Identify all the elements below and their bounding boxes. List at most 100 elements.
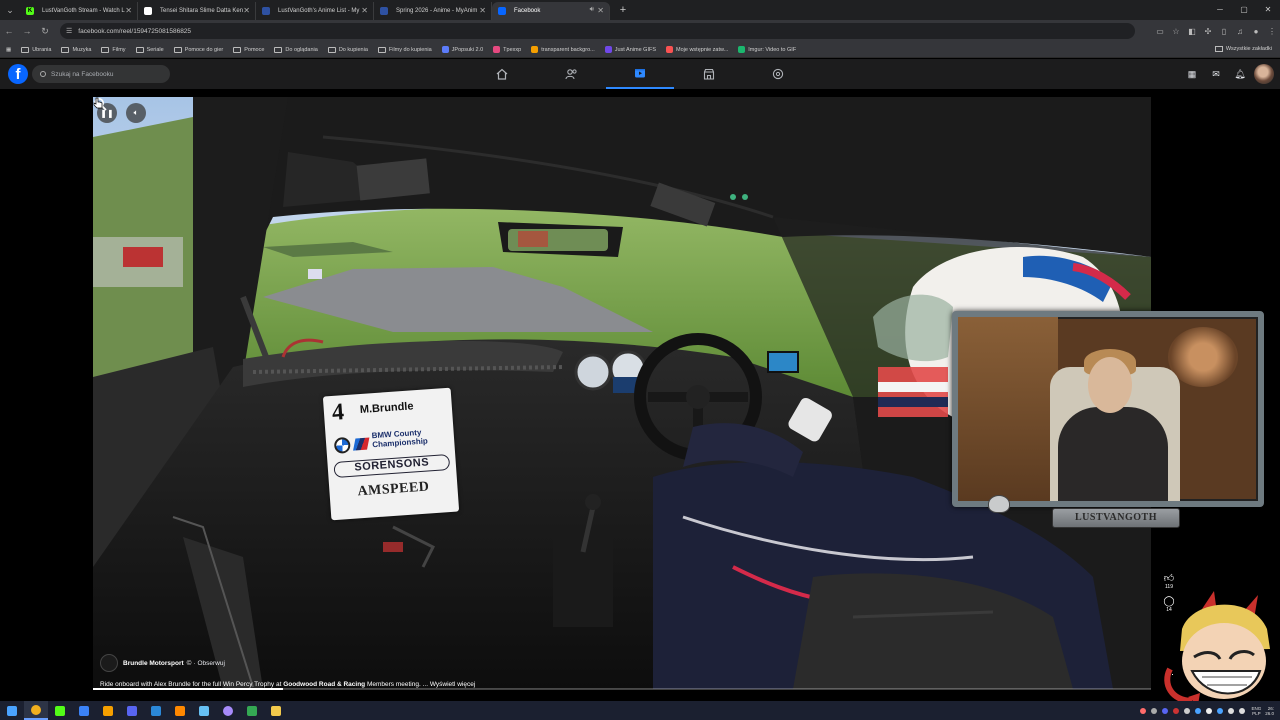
tab-audio-icon[interactable]: 🔊︎	[590, 6, 594, 14]
bookmark-item[interactable]: Pomoce	[233, 46, 264, 53]
tray-app-icon[interactable]	[1184, 707, 1191, 714]
bookmark-item[interactable]: Moje wstępnie zatw...	[666, 46, 728, 53]
taskbar-app[interactable]	[240, 701, 264, 720]
follow-link[interactable]: · Obserwuj	[193, 660, 224, 667]
language-indicator[interactable]: ENG PLP	[1251, 706, 1261, 716]
taskbar-app[interactable]	[216, 701, 240, 720]
nav-friends[interactable]	[537, 59, 605, 89]
tab-close-icon[interactable]: ✕	[125, 6, 132, 15]
apps-grid-icon[interactable]: ▦	[6, 47, 11, 53]
messenger-icon[interactable]: ✉	[1206, 64, 1226, 84]
bookmark-item[interactable]: Do oglądania	[274, 46, 318, 53]
browser-tab[interactable]: LustVanGoth's Anime List - My ✕	[256, 2, 374, 20]
tab-close-icon[interactable]: ✕	[361, 6, 368, 15]
bookmark-item[interactable]: Pomoce do gier	[173, 46, 224, 53]
nav-home[interactable]	[468, 59, 536, 89]
taskbar-app[interactable]	[144, 701, 168, 720]
taskbar-app[interactable]	[48, 701, 72, 720]
taskbar-app[interactable]	[120, 701, 144, 720]
bookmark-item[interactable]: Filmy	[101, 46, 126, 53]
bookmark-item[interactable]: Imgur: Video to GIF	[738, 46, 796, 53]
address-bar[interactable]: ☰ facebook.com/reel/1594725081586825	[60, 23, 1135, 39]
tray-record-icon[interactable]	[1173, 707, 1180, 714]
reload-icon[interactable]: ↻	[36, 26, 54, 37]
volume-button[interactable]: 🔈︎	[126, 103, 146, 123]
tray-app-icon[interactable]	[1217, 707, 1224, 714]
facebook-search[interactable]: Szukaj na Facebooku	[32, 65, 170, 83]
video-progress-bar[interactable]	[93, 688, 1151, 690]
extensions-puzzle-icon[interactable]: ✣	[1200, 27, 1216, 36]
back-icon[interactable]: ←	[0, 26, 18, 36]
folder-icon	[61, 46, 70, 53]
minimize-icon[interactable]: ─	[1208, 0, 1232, 20]
browser-tab[interactable]: Facebook 🔊︎ ✕	[492, 2, 610, 20]
like-button[interactable]: 👍︎ 119	[1160, 572, 1178, 590]
bookmark-item[interactable]: JPopsuki 2.0	[441, 46, 483, 53]
bookmark-label: Muzyka	[72, 46, 92, 53]
nav-marketplace[interactable]	[675, 59, 743, 89]
bookmark-item[interactable]: Tpexxp	[493, 46, 521, 53]
taskbar-app[interactable]	[96, 701, 120, 720]
bookmark-item[interactable]: transparent backgro...	[531, 46, 595, 53]
lang-bottom: PLP	[1252, 710, 1261, 716]
sidepanel-icon[interactable]: ▯	[1216, 27, 1232, 36]
browser-tab[interactable]: Spring 2026 - Anime - MyAnim ✕	[374, 2, 492, 20]
see-more-link[interactable]: Wyświetl więcej	[428, 681, 475, 688]
tab-close-icon[interactable]: ✕	[243, 6, 250, 15]
folder-icon	[233, 46, 242, 53]
profile-icon[interactable]: ●	[1248, 27, 1264, 36]
tray-app-icon[interactable]	[1140, 707, 1147, 714]
hand-cursor-icon	[93, 97, 103, 109]
bookmark-item[interactable]: Do kupienia	[327, 46, 368, 53]
taskbar-app[interactable]	[192, 701, 216, 720]
notifications-bell-icon[interactable]: 🔔︎	[1230, 64, 1250, 84]
taskbar-app[interactable]	[72, 701, 96, 720]
tab-close-icon[interactable]: ✕	[597, 6, 604, 15]
bookmark-label: Pomoce do gier	[184, 46, 224, 53]
tab-close-icon[interactable]: ✕	[479, 6, 486, 15]
taskbar-app[interactable]	[0, 701, 24, 720]
facebook-logo[interactable]: f	[8, 64, 28, 84]
author-avatar[interactable]	[100, 654, 118, 672]
tab-favicon-icon: K	[26, 7, 34, 15]
author-name[interactable]: Brundle Motorsport	[123, 660, 184, 667]
maximize-icon[interactable]: ▢	[1232, 0, 1256, 20]
all-bookmarks[interactable]: Wszystkie zakładki	[1214, 46, 1272, 52]
browser-tab[interactable]: Tensei Shitara Slime Datta Ken ✕	[138, 2, 256, 20]
taskbar-app[interactable]	[24, 701, 48, 720]
obs-icon	[223, 705, 233, 716]
taskbar-app[interactable]	[168, 701, 192, 720]
video-icon	[635, 69, 645, 78]
tray-app-icon[interactable]	[1151, 707, 1158, 714]
bookmark-item[interactable]: Ubrania	[21, 46, 51, 53]
clock[interactable]: 26: 26.0	[1265, 706, 1274, 716]
mic-icon[interactable]	[1206, 707, 1213, 714]
bookmark-item[interactable]: Muzyka	[61, 46, 91, 53]
bookmark-item[interactable]: Filmy do kupienia	[377, 46, 432, 53]
nav-gaming[interactable]	[744, 59, 812, 89]
tab-search-icon[interactable]: ⌄	[0, 0, 20, 20]
cast-icon[interactable]: ▭	[1152, 27, 1168, 36]
bookmark-item[interactable]: Seriale	[135, 46, 164, 53]
tray-app-icon[interactable]	[1195, 707, 1202, 714]
new-tab-button[interactable]: +	[614, 1, 632, 19]
menu-grid-icon[interactable]: ▦	[1182, 64, 1202, 84]
extension-icon[interactable]: ◧	[1184, 27, 1200, 36]
media-icon[interactable]: ♫	[1232, 27, 1248, 36]
taskbar-app[interactable]	[264, 701, 288, 720]
close-window-icon[interactable]: ✕	[1256, 0, 1280, 20]
browser-tab[interactable]: K LustVanGoth Stream - Watch L ✕	[20, 2, 138, 20]
nav-video[interactable]	[606, 59, 674, 89]
wifi-icon[interactable]	[1228, 707, 1235, 714]
tray-discord-icon[interactable]	[1162, 707, 1169, 714]
site-info-icon[interactable]: ☰	[66, 27, 72, 35]
bookmark-item[interactable]: Just Anime GIFS	[604, 46, 656, 53]
forward-icon[interactable]: →	[18, 26, 36, 36]
folder-icon	[1214, 46, 1223, 52]
bookmark-star-icon[interactable]: ☆	[1168, 27, 1184, 36]
browser-tab-strip: ⌄ K LustVanGoth Stream - Watch L ✕ Tensei S…	[0, 0, 1280, 20]
menu-kebab-icon[interactable]: ⋮	[1264, 27, 1280, 36]
verified-badge-icon: ©	[186, 659, 192, 667]
volume-icon[interactable]	[1239, 707, 1246, 714]
profile-avatar[interactable]	[1254, 64, 1274, 84]
